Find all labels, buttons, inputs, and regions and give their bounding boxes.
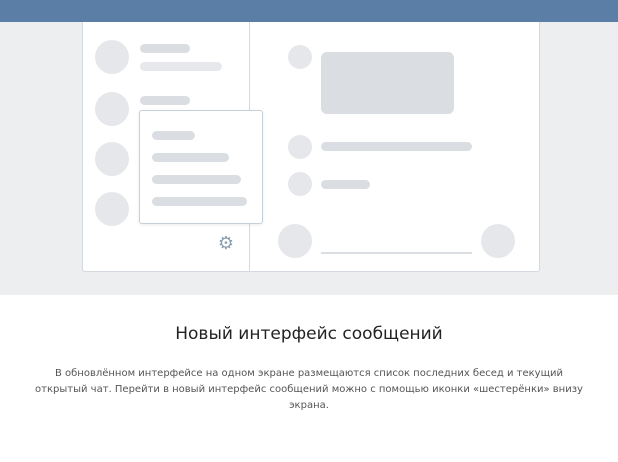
conversation-name-placeholder	[140, 96, 190, 105]
chat-avatar-placeholder	[288, 45, 312, 69]
message-bubble-placeholder	[321, 52, 454, 114]
message-text-placeholder	[321, 142, 472, 151]
page-title: Новый интерфейс сообщений	[175, 324, 443, 344]
popup-item-placeholder	[152, 153, 229, 162]
messenger-window-mockup: ⚙	[82, 22, 540, 272]
conversation-preview-placeholder	[140, 62, 222, 71]
popup-item-placeholder	[152, 131, 195, 140]
message-text-placeholder	[321, 180, 370, 189]
conversation-avatar-placeholder	[95, 40, 129, 74]
popup-item-placeholder	[152, 175, 241, 184]
conversation-avatar-placeholder	[95, 142, 129, 176]
top-header-bar	[0, 0, 618, 22]
composer-avatar-placeholder	[278, 224, 312, 258]
chat-avatar-placeholder	[288, 135, 312, 159]
feature-illustration: ⚙	[0, 22, 618, 295]
send-button-placeholder	[481, 224, 515, 258]
composer-input-placeholder	[321, 252, 472, 254]
settings-popup-mockup	[139, 110, 263, 224]
conversation-avatar-placeholder	[95, 192, 129, 226]
popup-item-placeholder	[152, 197, 247, 206]
feature-description: В обновлённом интерфейсе на одном экране…	[35, 368, 583, 411]
gear-icon: ⚙	[217, 233, 235, 254]
chat-avatar-placeholder	[288, 172, 312, 196]
conversation-avatar-placeholder	[95, 92, 129, 126]
conversation-name-placeholder	[140, 44, 190, 53]
